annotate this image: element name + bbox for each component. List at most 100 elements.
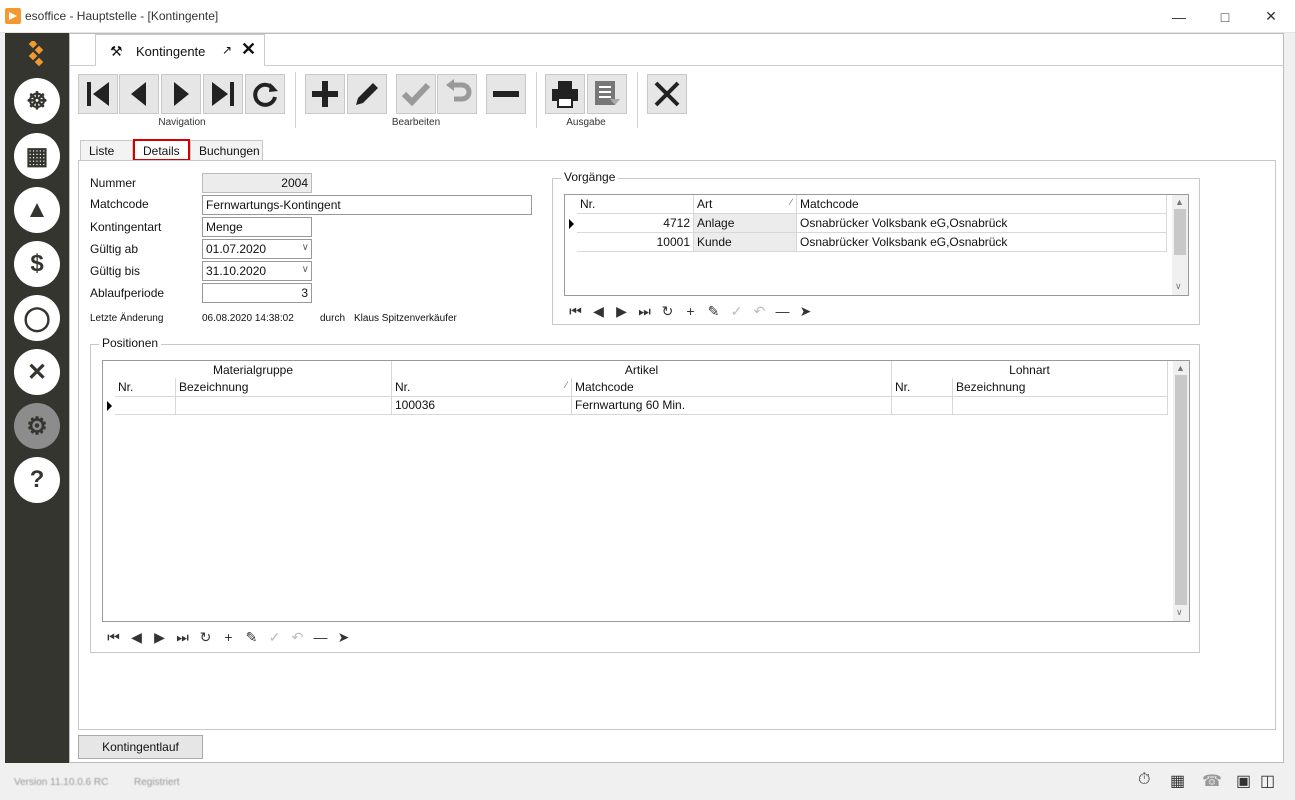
gueltig-bis-datepicker[interactable]: 31.10.2020 ∨	[202, 261, 312, 281]
scroll-up-icon[interactable]: ▲	[1175, 197, 1184, 207]
table-cell[interactable]: Kunde	[694, 233, 797, 252]
window-close-icon[interactable]: ✕	[1248, 0, 1294, 33]
table-cell[interactable]: Osnabrücker Volksbank eG,Osnabrück	[797, 214, 1167, 233]
save-icon[interactable]: ✓	[725, 303, 748, 320]
gueltig-ab-value: 01.07.2020	[206, 242, 267, 256]
last-icon[interactable]: ⏭	[633, 303, 656, 320]
refresh-icon[interactable]: ↻	[194, 629, 217, 646]
popout-icon[interactable]: ↗	[222, 43, 232, 57]
lock-icon[interactable]: ▣	[1236, 771, 1251, 791]
positionen-col-mg-bez[interactable]: Bezeichnung	[176, 378, 392, 397]
positionen-col-lohn-nr[interactable]: Nr.	[892, 378, 953, 397]
save-button[interactable]	[396, 74, 436, 114]
kontingentart-field[interactable]: Menge	[202, 217, 312, 237]
vorgaenge-scrollbar[interactable]: ▲ ∨	[1172, 195, 1188, 295]
help-icon[interactable]: ?	[14, 457, 60, 503]
first-icon[interactable]: ⏮	[564, 303, 587, 320]
last-record-button[interactable]	[203, 74, 243, 114]
close-icon[interactable]: ✕	[241, 39, 256, 60]
table-cell[interactable]	[176, 396, 392, 415]
stopwatch-icon[interactable]: ⏱	[1138, 771, 1150, 789]
chevron-down-icon[interactable]: ∨	[302, 264, 309, 275]
table-cell[interactable]: Osnabrücker Volksbank eG,Osnabrück	[797, 233, 1167, 252]
last-icon[interactable]: ⏭	[171, 629, 194, 646]
positionen-scrollbar[interactable]: ▲ ∨	[1173, 361, 1189, 621]
tab-buchungen[interactable]: Buchungen	[190, 140, 263, 160]
table-cell[interactable]: 4712	[577, 214, 694, 233]
refresh-icon[interactable]: ↻	[656, 303, 679, 320]
building-icon[interactable]: ▦	[1170, 771, 1185, 791]
run-icon[interactable]: ➤	[794, 303, 817, 320]
scroll-down-icon[interactable]: ∨	[1176, 607, 1183, 618]
table-cell[interactable]: 10001	[577, 233, 694, 252]
chevron-down-icon[interactable]: ∨	[302, 242, 309, 253]
phone-icon[interactable]: ☎	[1202, 771, 1222, 791]
table-cell[interactable]	[115, 396, 176, 415]
delete-button[interactable]	[486, 74, 526, 114]
table-cell[interactable]	[892, 396, 953, 415]
calendar-grid-icon[interactable]: ▦	[14, 133, 60, 179]
gueltig-ab-datepicker[interactable]: 01.07.2020 ∨	[202, 239, 312, 259]
kontingentlauf-button[interactable]: Kontingentlauf	[78, 735, 203, 759]
next-record-button[interactable]	[161, 74, 201, 114]
document-tab-kontingente[interactable]: ⚒ Kontingente ↗ ✕	[95, 34, 265, 66]
run-icon[interactable]: ➤	[332, 629, 355, 646]
tools-icon[interactable]: ✕	[14, 349, 60, 395]
save-icon[interactable]: ✓	[263, 629, 286, 646]
positionen-title: Positionen	[99, 336, 162, 350]
positionen-col-lohn-bez[interactable]: Bezeichnung	[953, 378, 1168, 397]
matchcode-field[interactable]: Fernwartungs-Kontingent	[202, 195, 532, 215]
maximize-icon[interactable]: □	[1202, 0, 1248, 33]
details-panel: Nummer 2004 Matchcode Fernwartungs-Konti…	[78, 160, 1276, 730]
export-list-button[interactable]	[587, 74, 627, 114]
headset-icon[interactable]: ◯	[14, 295, 60, 341]
edit-button[interactable]	[347, 74, 387, 114]
table-cell[interactable]: 100036	[392, 396, 572, 415]
first-icon[interactable]: ⏮	[102, 629, 125, 646]
scroll-down-icon[interactable]: ∨	[1175, 281, 1182, 292]
edit-icon[interactable]: ✎	[702, 303, 725, 320]
edit-icon[interactable]: ✎	[240, 629, 263, 646]
refresh-button[interactable]	[245, 74, 285, 114]
delete-icon[interactable]: —	[771, 303, 794, 319]
scroll-up-icon[interactable]: ▲	[1176, 363, 1185, 373]
vorgaenge-col-art[interactable]: Art ∕	[694, 195, 797, 214]
database-icon[interactable]: ◫	[1260, 771, 1275, 791]
next-icon[interactable]: ▶	[610, 303, 633, 320]
undo-icon[interactable]: ↶	[748, 303, 771, 320]
next-icon[interactable]: ▶	[148, 629, 171, 646]
table-cell[interactable]	[953, 396, 1168, 415]
alarm-light-icon[interactable]: ▲	[14, 187, 60, 233]
table-cell[interactable]: Anlage	[694, 214, 797, 233]
close-form-button[interactable]	[647, 74, 687, 114]
prev-icon[interactable]: ◀	[587, 303, 610, 320]
print-button[interactable]	[545, 74, 585, 114]
vorgaenge-col-nr[interactable]: Nr.	[577, 195, 694, 214]
minimize-icon[interactable]: —	[1156, 0, 1202, 33]
positionen-col-mg-nr[interactable]: Nr.	[115, 378, 176, 397]
previous-record-button[interactable]	[119, 74, 159, 114]
add-icon[interactable]: +	[217, 629, 240, 645]
undo-button[interactable]	[437, 74, 477, 114]
vorgaenge-navigator: ⏮ ◀ ▶ ⏭ ↻ + ✎ ✓ ↶ — ➤	[564, 301, 817, 321]
delete-icon[interactable]: —	[309, 629, 332, 645]
settings-gears-icon[interactable]: ⚙	[14, 403, 60, 449]
tab-liste[interactable]: Liste	[80, 140, 133, 160]
helm-icon[interactable]: ☸	[14, 78, 60, 124]
tab-details[interactable]: Details	[133, 139, 190, 161]
prev-icon[interactable]: ◀	[125, 629, 148, 646]
title-bar: esoffice - Hauptstelle - [Kontingente] —…	[0, 0, 1295, 33]
first-record-button[interactable]	[78, 74, 118, 114]
table-cell[interactable]: Fernwartung 60 Min.	[572, 396, 892, 415]
nummer-label: Nummer	[90, 176, 137, 190]
ablaufperiode-field[interactable]: 3	[202, 283, 312, 303]
undo-icon[interactable]: ↶	[286, 629, 309, 646]
gueltig-ab-label: Gültig ab	[90, 242, 139, 256]
positionen-col-art-match[interactable]: Matchcode	[572, 378, 892, 397]
add-button[interactable]	[305, 74, 345, 114]
registration-text: Registriert	[134, 777, 180, 788]
cash-icon[interactable]: $	[14, 241, 60, 287]
positionen-col-art-nr[interactable]: Nr. ∕	[392, 378, 572, 397]
add-icon[interactable]: +	[679, 303, 702, 319]
vorgaenge-col-matchcode[interactable]: Matchcode	[797, 195, 1167, 214]
